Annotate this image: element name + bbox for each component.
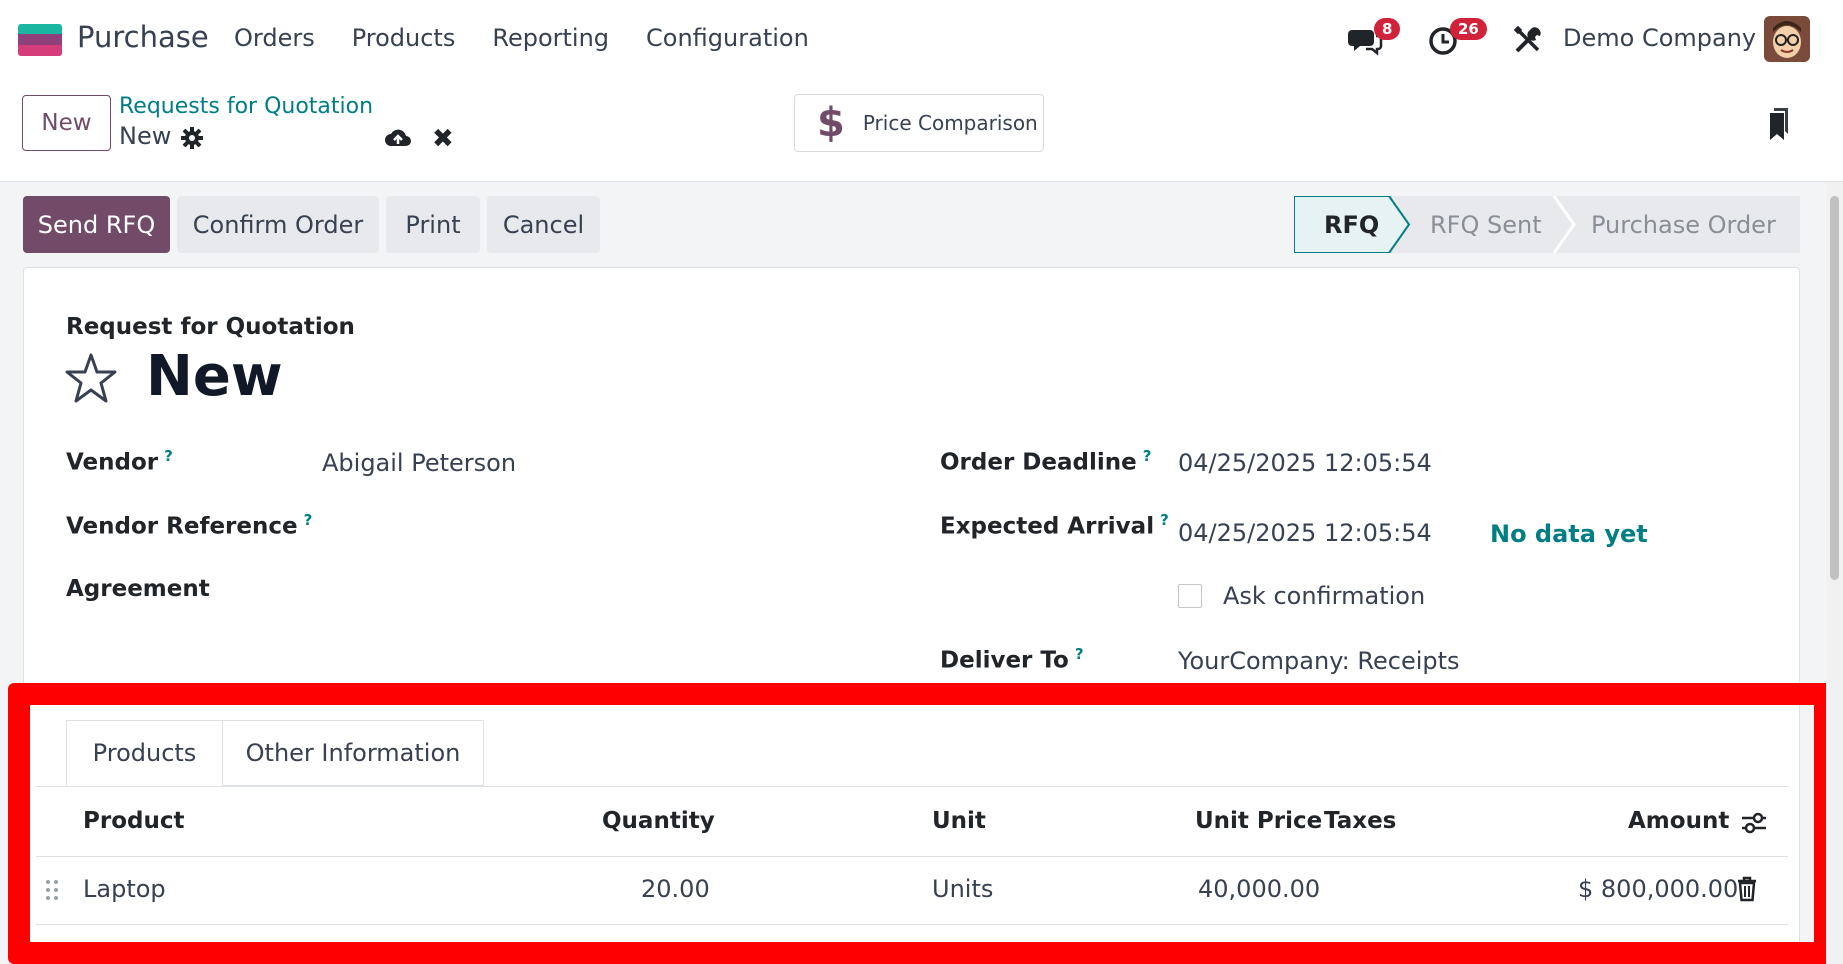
breadcrumb-parent[interactable]: Requests for Quotation: [119, 94, 373, 119]
help-icon[interactable]: ?: [1143, 447, 1152, 465]
form-title: Request for Quotation: [66, 314, 355, 340]
top-navbar: Purchase Orders Products Reporting Confi…: [0, 0, 1843, 80]
confirm-order-button[interactable]: Confirm Order: [177, 196, 379, 253]
app-name[interactable]: Purchase: [77, 20, 209, 54]
activities-badge: 26: [1450, 18, 1487, 40]
menu-orders[interactable]: Orders: [234, 24, 315, 52]
send-rfq-button[interactable]: Send RFQ: [23, 196, 170, 253]
help-icon[interactable]: ?: [1075, 645, 1084, 663]
no-data-text: No data yet: [1490, 520, 1648, 548]
new-button[interactable]: New: [22, 95, 111, 151]
cancel-button[interactable]: Cancel: [487, 196, 600, 253]
vendor-field[interactable]: Abigail Peterson: [322, 449, 516, 477]
agreement-label: Agreement: [66, 576, 210, 602]
discard-icon[interactable]: ✖: [432, 126, 454, 152]
ask-confirmation-label: Ask confirmation: [1223, 582, 1426, 610]
debug-tools-icon[interactable]: [1510, 22, 1546, 58]
price-comparison-label: Price Comparison: [862, 111, 1038, 135]
vendor-label: Vendor?: [66, 447, 173, 476]
order-deadline-field[interactable]: 04/25/2025 12:05:54: [1178, 449, 1432, 477]
app-logo-icon[interactable]: [18, 24, 62, 56]
star-icon[interactable]: [64, 352, 118, 404]
menu-reporting[interactable]: Reporting: [492, 24, 609, 52]
expected-arrival-field[interactable]: 04/25/2025 12:05:54: [1178, 519, 1432, 547]
order-deadline-label: Order Deadline?: [940, 447, 1152, 476]
deliver-to-label: Deliver To?: [940, 645, 1084, 674]
help-icon[interactable]: ?: [164, 447, 173, 465]
menu-configuration[interactable]: Configuration: [646, 24, 809, 52]
user-avatar[interactable]: [1764, 16, 1810, 62]
help-icon[interactable]: ?: [1160, 511, 1169, 529]
price-comparison-button[interactable]: $ Price Comparison: [794, 94, 1044, 152]
highlight-box: [8, 683, 1836, 964]
status-step-purchase-order[interactable]: Purchase Order: [1591, 196, 1776, 253]
status-step-rfq-sent[interactable]: RFQ Sent: [1430, 196, 1542, 253]
cloud-upload-icon[interactable]: [384, 126, 412, 150]
messages-badge: 8: [1374, 18, 1401, 40]
status-step-rfq[interactable]: RFQ: [1324, 196, 1379, 253]
menu-products[interactable]: Products: [352, 24, 456, 52]
vendor-reference-label: Vendor Reference?: [66, 511, 313, 540]
bookmark-icon[interactable]: [1768, 108, 1790, 140]
expected-arrival-label: Expected Arrival?: [940, 511, 1169, 540]
main-menu: Orders Products Reporting Configuration: [234, 24, 846, 52]
deliver-to-field[interactable]: YourCompany: Receipts: [1178, 647, 1460, 675]
control-panel: New Requests for Quotation New ✖ $ Price…: [0, 80, 1843, 182]
print-button[interactable]: Print: [386, 196, 480, 253]
status-bar: RFQ RFQ Sent Purchase Order: [1294, 196, 1800, 253]
ask-confirmation-checkbox[interactable]: [1178, 584, 1202, 608]
company-switcher[interactable]: Demo Company: [1563, 24, 1756, 52]
record-name: New: [146, 344, 283, 409]
gear-icon[interactable]: [180, 126, 204, 150]
scrollbar-thumb[interactable]: [1830, 196, 1839, 580]
breadcrumb-current: New: [119, 122, 172, 150]
dollar-icon: $: [817, 100, 845, 146]
help-icon[interactable]: ?: [304, 511, 313, 529]
